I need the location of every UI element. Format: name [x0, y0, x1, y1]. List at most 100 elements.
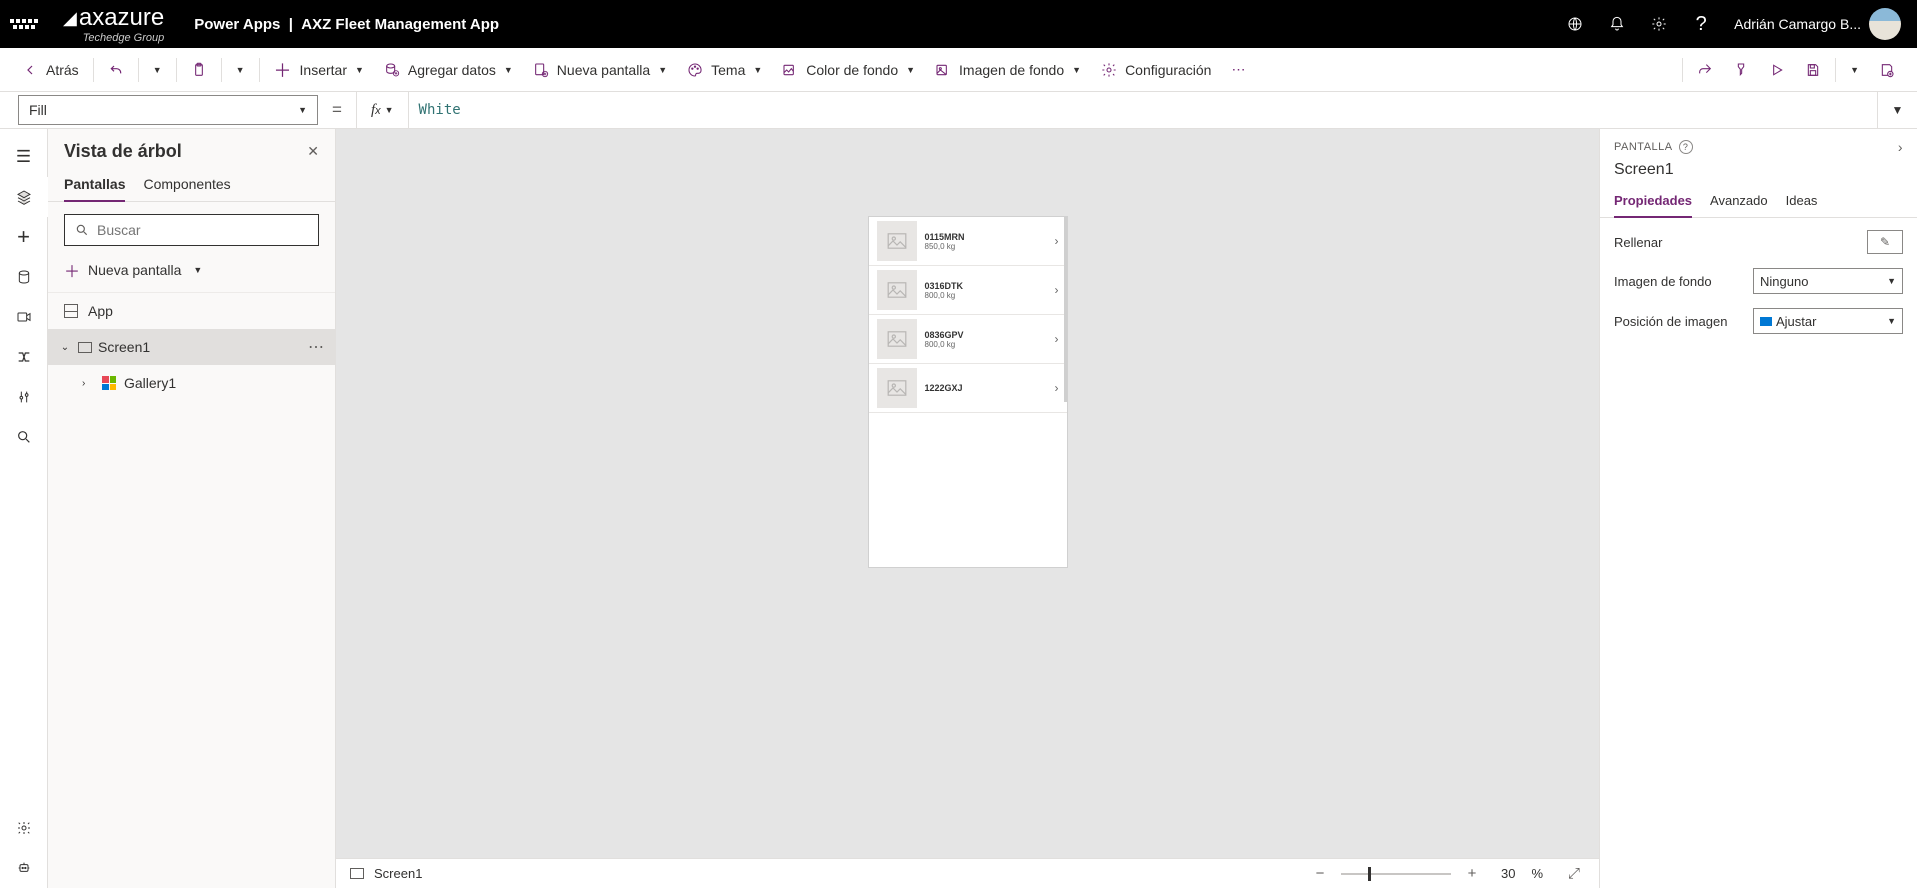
- tree-tabs: Pantallas Componentes: [48, 170, 335, 202]
- user-avatar[interactable]: [1869, 8, 1901, 40]
- props-tab-properties[interactable]: Propiedades: [1614, 189, 1692, 218]
- left-rail: ☰ +: [0, 129, 48, 888]
- brand-logo: ◢axazure Techedge Group: [63, 4, 164, 44]
- thumbnail-placeholder-icon: [877, 368, 917, 408]
- thumbnail-placeholder-icon: [877, 270, 917, 310]
- notifications-icon[interactable]: [1596, 0, 1638, 48]
- overflow-button[interactable]: ⋯: [1221, 48, 1256, 92]
- rail-flow-icon[interactable]: [0, 337, 48, 377]
- props-tab-advanced[interactable]: Avanzado: [1710, 189, 1768, 217]
- gallery-row[interactable]: 0316DTK 800,0 kg ›: [869, 266, 1067, 315]
- info-icon[interactable]: ?: [1679, 140, 1693, 154]
- save-button[interactable]: [1795, 48, 1831, 92]
- app-checker-button[interactable]: [1723, 48, 1759, 92]
- chevron-right-icon[interactable]: ›: [1898, 139, 1903, 155]
- settings-button[interactable]: Configuración: [1091, 48, 1221, 92]
- waffle-icon[interactable]: [10, 19, 38, 29]
- prop-fill-swatch[interactable]: ✎: [1867, 230, 1903, 254]
- row-subtitle: 800,0 kg: [925, 291, 1047, 300]
- fit-screen-button[interactable]: ⤢: [1563, 865, 1585, 882]
- gallery-icon: [102, 376, 116, 390]
- prop-bgimage-select[interactable]: Ninguno▼: [1753, 268, 1903, 294]
- zoom-in-button[interactable]: +: [1461, 865, 1483, 882]
- chevron-right-icon[interactable]: ›: [82, 378, 94, 389]
- tree-node-gallery1[interactable]: › Gallery1: [48, 365, 335, 401]
- prop-imgpos-select[interactable]: Ajustar▼: [1753, 308, 1903, 334]
- environment-icon[interactable]: [1554, 0, 1596, 48]
- insert-button[interactable]: ＋Insertar▼: [264, 48, 374, 92]
- gallery-row[interactable]: 1222GXJ ›: [869, 364, 1067, 413]
- theme-button[interactable]: Tema▼: [677, 48, 772, 92]
- scrollbar[interactable]: [1064, 217, 1067, 402]
- app-icon: [64, 304, 78, 318]
- props-tab-ideas[interactable]: Ideas: [1786, 189, 1818, 217]
- chevron-right-icon[interactable]: ›: [1055, 283, 1059, 297]
- rail-copilot-icon[interactable]: [0, 848, 48, 888]
- zoom-pct: %: [1531, 866, 1543, 881]
- chevron-right-icon[interactable]: ›: [1055, 381, 1059, 395]
- properties-panel: PANTALLA ? › Screen1 Propiedades Avanzad…: [1599, 129, 1917, 888]
- tree-title: Vista de árbol: [64, 141, 182, 162]
- publish-button[interactable]: [1869, 48, 1905, 92]
- tree-view-panel: Vista de árbol ✕ Pantallas Componentes ＋…: [48, 129, 336, 888]
- tree-node-screen1[interactable]: ⌄ Screen1 ⋯: [48, 329, 335, 365]
- bg-image-button[interactable]: Imagen de fondo▼: [925, 48, 1091, 92]
- tree-new-screen[interactable]: ＋Nueva pantalla▼: [48, 254, 335, 293]
- paste-button[interactable]: [181, 48, 217, 92]
- more-icon[interactable]: ⋯: [308, 337, 325, 357]
- chevron-right-icon[interactable]: ›: [1055, 332, 1059, 346]
- share-button[interactable]: [1687, 48, 1723, 92]
- paste-menu[interactable]: ▼: [226, 48, 255, 92]
- undo-menu[interactable]: ▼: [143, 48, 172, 92]
- logo-subtext: Techedge Group: [63, 32, 164, 44]
- props-element-name: Screen1: [1600, 159, 1917, 189]
- equals-label: =: [332, 100, 342, 120]
- settings-icon[interactable]: [1638, 0, 1680, 48]
- logo-text: axazure: [79, 4, 164, 32]
- close-icon[interactable]: ✕: [307, 143, 319, 160]
- chevron-down-icon[interactable]: ⌄: [58, 342, 72, 353]
- tab-components[interactable]: Componentes: [143, 170, 230, 201]
- rail-hamburger-icon[interactable]: ☰: [0, 137, 48, 177]
- prop-imgpos-label: Posición de imagen: [1614, 314, 1753, 329]
- formula-expand[interactable]: ▼: [1877, 92, 1917, 129]
- property-selector[interactable]: Fill▼: [18, 95, 318, 125]
- preview-screen[interactable]: 0115MRN 850,0 kg › 0316DTK 800,0 kg › 08…: [869, 217, 1067, 567]
- help-icon[interactable]: ?: [1680, 0, 1722, 48]
- formula-bar: Fill▼ = fx▼ White ▼: [0, 92, 1917, 129]
- app-title: Power Apps | AXZ Fleet Management App: [194, 16, 499, 33]
- thumbnail-placeholder-icon: [877, 221, 917, 261]
- chevron-right-icon[interactable]: ›: [1055, 234, 1059, 248]
- bg-color-button[interactable]: Color de fondo▼: [772, 48, 925, 92]
- rail-data-icon[interactable]: [0, 257, 48, 297]
- zoom-value: 30: [1501, 866, 1515, 881]
- search-input[interactable]: [97, 222, 308, 238]
- gallery-row[interactable]: 0836GPV 800,0 kg ›: [869, 315, 1067, 364]
- canvas-stage[interactable]: 0115MRN 850,0 kg › 0316DTK 800,0 kg › 08…: [336, 129, 1599, 858]
- add-data-button[interactable]: Agregar datos▼: [374, 48, 523, 92]
- undo-button[interactable]: [98, 48, 134, 92]
- rail-insert-icon[interactable]: +: [0, 217, 48, 257]
- rail-media-icon[interactable]: [0, 297, 48, 337]
- thumbnail-placeholder-icon: [877, 319, 917, 359]
- rail-settings-icon[interactable]: [0, 808, 48, 848]
- back-button[interactable]: Atrás: [12, 48, 89, 92]
- play-button[interactable]: [1759, 48, 1795, 92]
- gallery-row[interactable]: 0115MRN 850,0 kg ›: [869, 217, 1067, 266]
- prop-fill-label: Rellenar: [1614, 235, 1867, 250]
- new-screen-button[interactable]: Nueva pantalla▼: [523, 48, 677, 92]
- fx-button[interactable]: fx▼: [356, 92, 408, 129]
- tree-node-app[interactable]: App: [48, 293, 335, 329]
- tree-search[interactable]: [64, 214, 319, 246]
- status-screen-name[interactable]: Screen1: [374, 866, 422, 881]
- user-name[interactable]: Adrián Camargo B...: [1734, 16, 1861, 32]
- tab-screens[interactable]: Pantallas: [64, 170, 125, 202]
- zoom-slider[interactable]: [1341, 867, 1451, 881]
- zoom-out-button[interactable]: −: [1309, 865, 1331, 882]
- search-icon: [75, 223, 89, 237]
- rail-search-icon[interactable]: [0, 417, 48, 457]
- rail-tree-icon[interactable]: [0, 177, 48, 217]
- save-menu[interactable]: ▼: [1840, 48, 1869, 92]
- formula-input[interactable]: White: [408, 92, 1877, 129]
- rail-tools-icon[interactable]: [0, 377, 48, 417]
